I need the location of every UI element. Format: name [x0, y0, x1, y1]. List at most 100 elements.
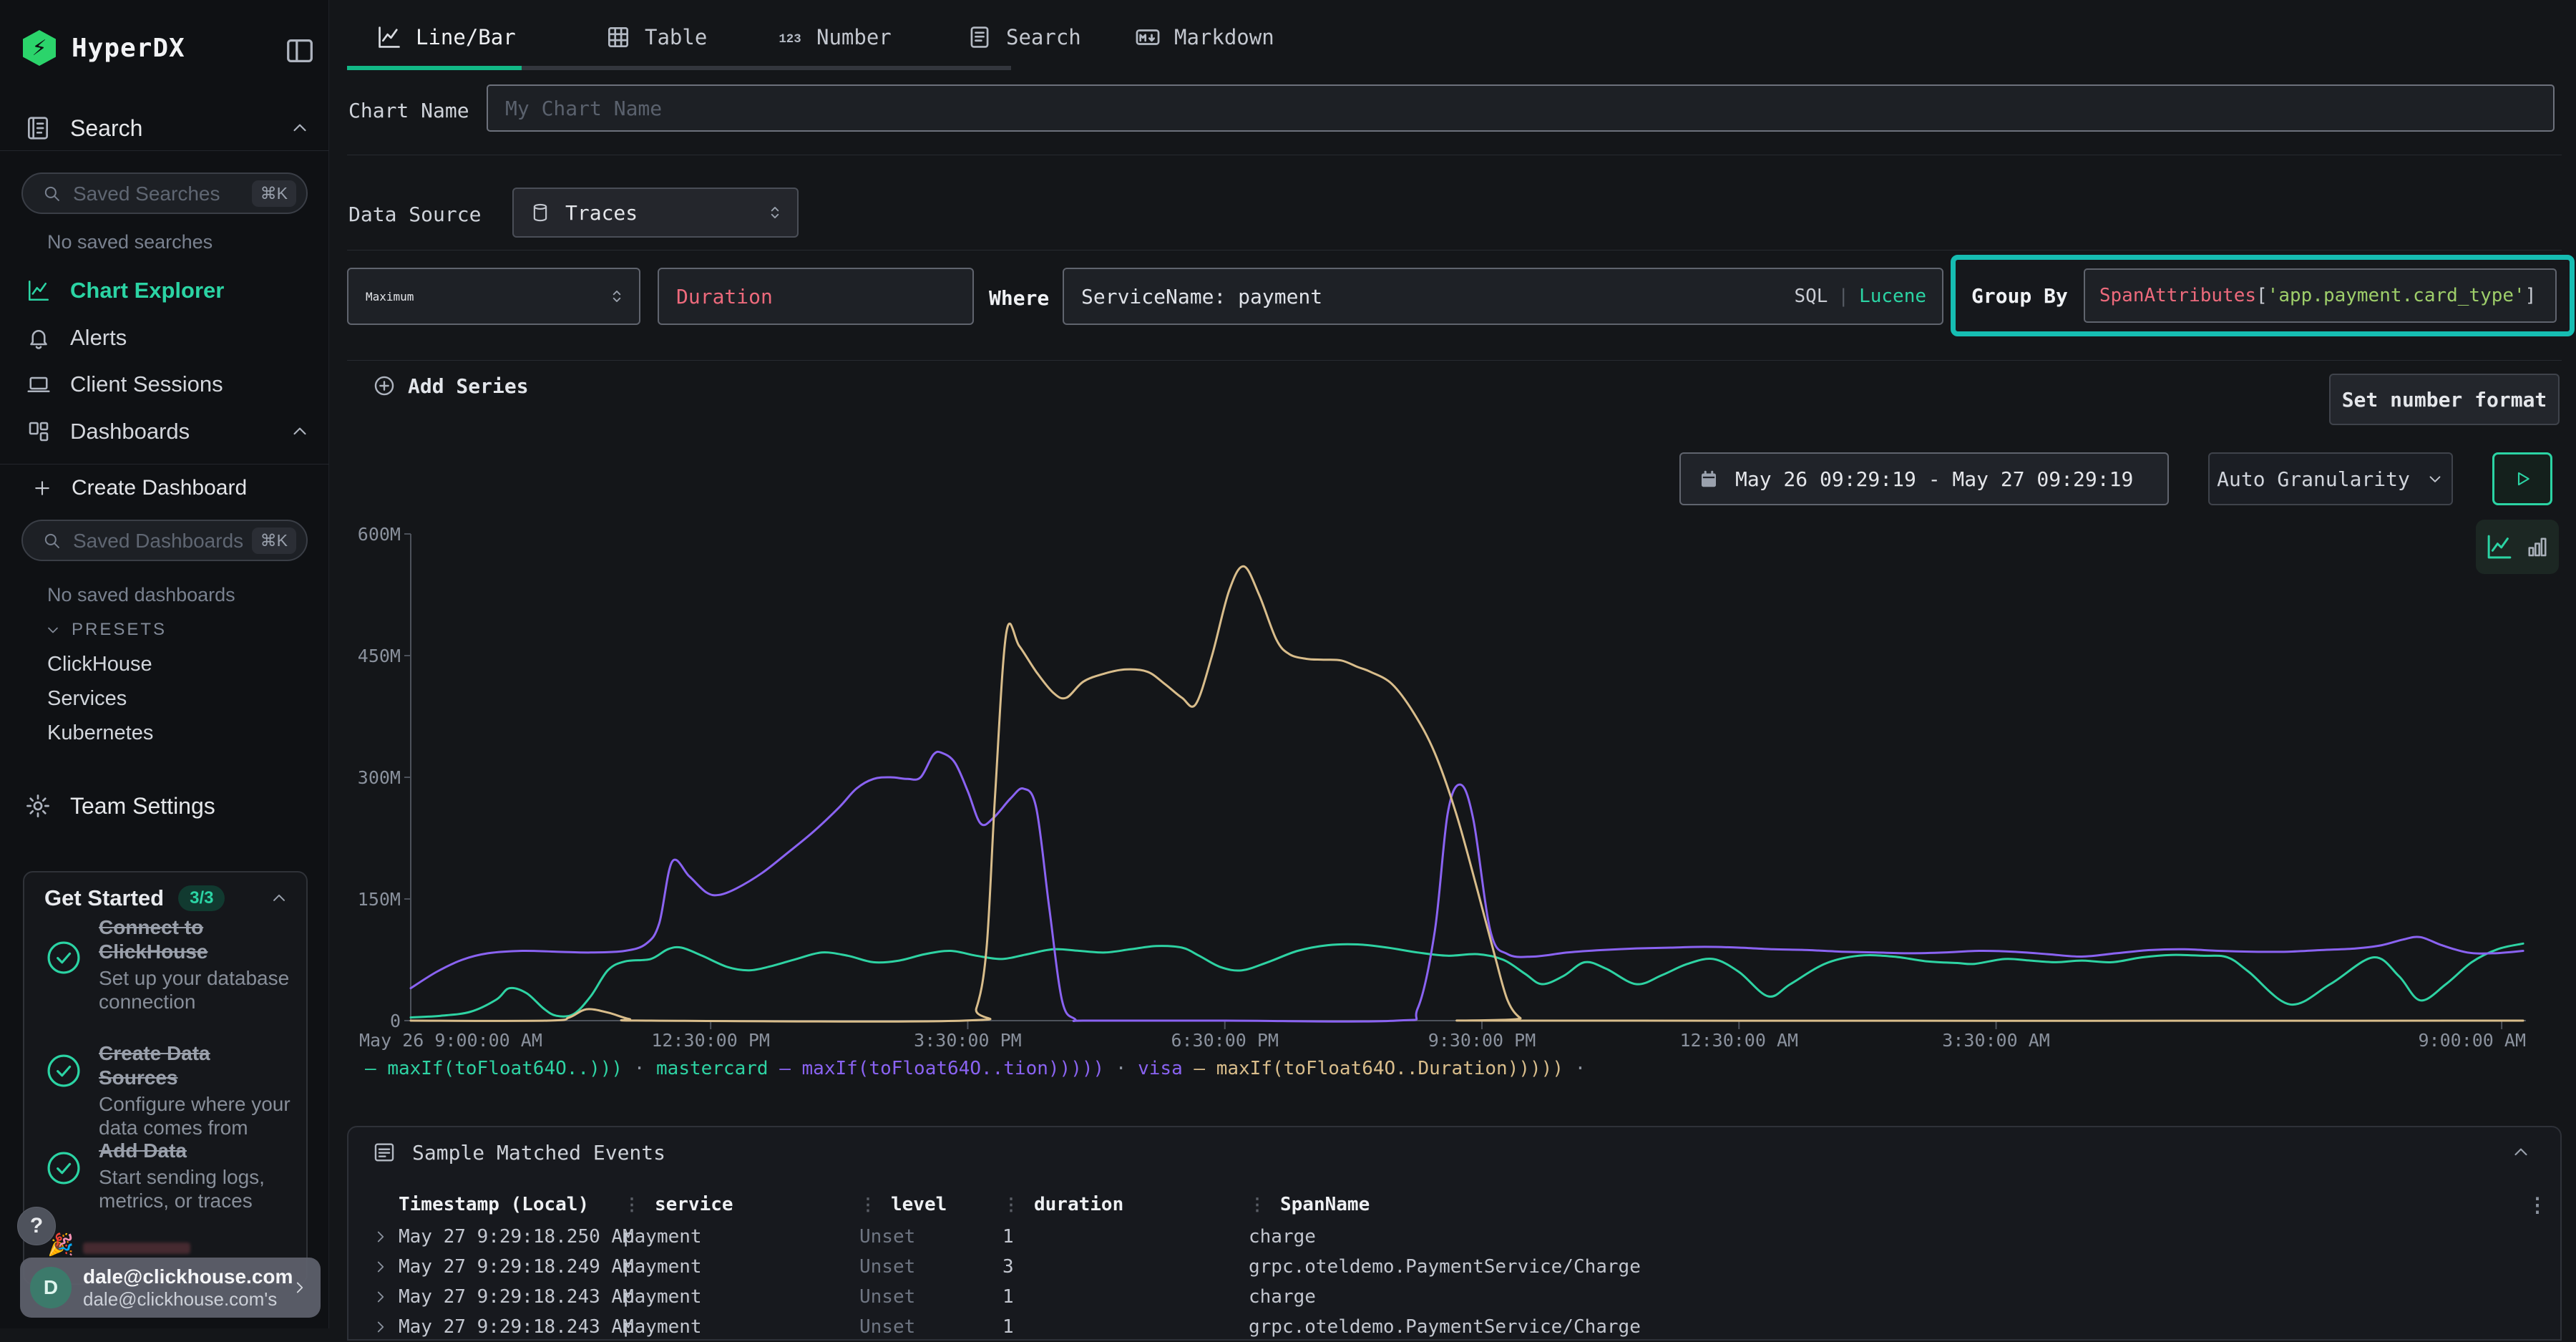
- legend-series-name[interactable]: maxIf(toFloat64O..tion))))): [802, 1058, 1105, 1079]
- column-header-duration[interactable]: ⋮duration: [1002, 1194, 1249, 1215]
- saved-dashboards-input[interactable]: [73, 529, 252, 553]
- tab-line-bar[interactable]: Line/Bar: [376, 17, 516, 57]
- add-series-button[interactable]: Add Series: [372, 374, 529, 398]
- chart-line-icon: [376, 24, 403, 51]
- group-by-fn: SpanAttributes: [2099, 285, 2256, 306]
- get-started-badge: 3/3: [178, 885, 225, 911]
- chevron-up-icon[interactable]: [289, 117, 311, 139]
- preset-clickhouse[interactable]: ClickHouse: [47, 653, 152, 676]
- sidebar-item-team-settings[interactable]: Team Settings: [0, 787, 329, 825]
- lucene-mode-button[interactable]: Lucene: [1859, 286, 1926, 307]
- tab-search[interactable]: Search: [966, 17, 1081, 57]
- expand-row-icon[interactable]: [371, 1288, 390, 1306]
- where-input[interactable]: ServiceName: payment SQL | Lucene: [1063, 268, 1943, 325]
- saved-dashboards-search[interactable]: ⌘K: [21, 520, 308, 561]
- expand-row-icon[interactable]: [371, 1258, 390, 1276]
- column-header-label: Timestamp (Local): [399, 1194, 589, 1215]
- drag-handle-icon[interactable]: ⋮: [623, 1195, 639, 1215]
- legend-dash: —: [1194, 1058, 1216, 1079]
- sidebar-item-chart-explorer[interactable]: Chart Explorer: [0, 272, 329, 309]
- drag-handle-icon[interactable]: ⋮: [859, 1195, 875, 1215]
- chart-name-input[interactable]: [488, 97, 2553, 120]
- search-section-label: Search: [70, 115, 142, 142]
- collapse-sidebar-icon[interactable]: [283, 34, 316, 67]
- tab-label: Markdown: [1174, 25, 1274, 49]
- markdown-icon: [1134, 24, 1161, 51]
- column-header-service[interactable]: ⋮service: [623, 1194, 859, 1215]
- get-started-item-desc: Start sending logs, metrics, or traces: [99, 1165, 292, 1212]
- user-email: dale@clickhouse.com: [83, 1265, 291, 1288]
- table-row[interactable]: May 27 9:29:18.250 AMpaymentUnset1charge: [348, 1222, 2560, 1252]
- preset-kubernetes[interactable]: Kubernetes: [47, 721, 153, 745]
- sidebar-item-client-sessions[interactable]: Client Sessions: [0, 366, 329, 403]
- tab-number[interactable]: 123Number: [776, 17, 892, 57]
- legend-series-name[interactable]: maxIf(toFloat64O..))): [387, 1058, 623, 1079]
- preset-services[interactable]: Services: [47, 687, 127, 711]
- svg-text:12:30:00 PM: 12:30:00 PM: [651, 1030, 770, 1051]
- cell-duration: 1: [1002, 1286, 1249, 1308]
- play-icon: [2512, 468, 2533, 490]
- expand-row-icon[interactable]: [371, 1318, 390, 1336]
- table-row[interactable]: May 27 9:29:18.243 AMpaymentUnset1charge: [348, 1282, 2560, 1312]
- table-row[interactable]: May 27 9:29:18.249 AMpaymentUnset3grpc.o…: [348, 1252, 2560, 1282]
- drag-handle-icon[interactable]: ⋮: [1002, 1195, 1018, 1215]
- presets-label: PRESETS: [72, 620, 167, 640]
- svg-text:6:30:00 PM: 6:30:00 PM: [1171, 1030, 1279, 1051]
- tab-markdown[interactable]: Markdown: [1134, 17, 1274, 57]
- column-header-spanname[interactable]: ⋮SpanName: [1249, 1194, 2514, 1215]
- table-row[interactable]: May 27 9:29:18.243 AMpaymentUnset1grpc.o…: [348, 1312, 2560, 1342]
- granularity-select[interactable]: Auto Granularity: [2208, 452, 2453, 505]
- bar-chart-icon[interactable]: [2524, 534, 2550, 560]
- no-saved-dashboards-text: No saved dashboards: [47, 584, 235, 606]
- cell-service: payment: [623, 1226, 859, 1248]
- saved-searches-search[interactable]: ⌘K: [21, 172, 308, 214]
- line-chart-icon[interactable]: [2484, 532, 2514, 562]
- user-subtitle: dale@clickhouse.com's: [83, 1288, 291, 1311]
- expand-row-icon[interactable]: [371, 1227, 390, 1246]
- get-started-title: Get Started: [44, 885, 164, 911]
- svg-text:May 26 9:00:00 AM: May 26 9:00:00 AM: [359, 1030, 542, 1051]
- group-by-input[interactable]: SpanAttributes['app.payment.card_type']: [2084, 268, 2557, 323]
- sidebar-item-dashboards[interactable]: Dashboards: [0, 413, 329, 450]
- chart-name-field[interactable]: [487, 84, 2555, 132]
- search-section-icon: [24, 115, 52, 142]
- list-icon: [372, 1140, 396, 1164]
- data-source-select[interactable]: Traces: [512, 188, 799, 238]
- user-menu[interactable]: D dale@clickhouse.com dale@clickhouse.co…: [20, 1258, 321, 1318]
- legend-group-label[interactable]: mastercard: [656, 1058, 779, 1079]
- drag-handle-icon[interactable]: ⋮: [1249, 1195, 1264, 1215]
- timeseries-chart[interactable]: 0150M300M450M600MMay 26 9:00:00 AM12:30:…: [358, 522, 2547, 1052]
- date-range-picker[interactable]: May 26 09:29:19 - May 27 09:29:19: [1679, 452, 2169, 505]
- set-number-format-button[interactable]: Set number format: [2329, 374, 2560, 425]
- granularity-value: Auto Granularity: [2217, 467, 2410, 491]
- chevron-up-icon[interactable]: [269, 888, 289, 908]
- help-button[interactable]: ?: [17, 1207, 56, 1245]
- aggregation-select[interactable]: Maximum: [347, 268, 640, 325]
- tab-table[interactable]: Table: [605, 17, 707, 57]
- sidebar-item-alerts[interactable]: Alerts: [0, 319, 329, 356]
- column-header-timestamp-local-[interactable]: Timestamp (Local): [399, 1194, 623, 1215]
- table-menu-icon[interactable]: ⋮: [2514, 1193, 2560, 1217]
- legend-series-name[interactable]: maxIf(toFloat64O..Duration))))): [1216, 1058, 1563, 1079]
- svg-text:9:30:00 PM: 9:30:00 PM: [1428, 1030, 1536, 1051]
- get-started-item-title: Add Data: [99, 1139, 292, 1163]
- run-query-button[interactable]: [2492, 452, 2552, 505]
- field-input[interactable]: Duration: [658, 268, 974, 325]
- sql-mode-button[interactable]: SQL: [1794, 286, 1828, 307]
- legend-group-label[interactable]: visa: [1138, 1058, 1194, 1079]
- cell-level: Unset: [859, 1316, 1002, 1338]
- divider: [0, 150, 329, 151]
- chevron-up-icon[interactable]: [2510, 1142, 2532, 1163]
- presets-toggle[interactable]: PRESETS: [44, 620, 167, 640]
- column-header-level[interactable]: ⋮level: [859, 1194, 1002, 1215]
- num123-icon: 123: [776, 24, 804, 51]
- svg-text:3:30:00 AM: 3:30:00 AM: [1942, 1030, 2050, 1051]
- get-started-item-text: Add DataStart sending logs, metrics, or …: [99, 1139, 292, 1212]
- sidebar-section-search[interactable]: Search: [0, 110, 329, 147]
- chevron-up-icon[interactable]: [289, 421, 311, 442]
- saved-searches-input[interactable]: [73, 182, 252, 205]
- chart-line-icon: [26, 278, 52, 303]
- obscured-text: [83, 1243, 190, 1254]
- create-dashboard-button[interactable]: Create Dashboard: [0, 471, 329, 505]
- divider: [0, 464, 329, 465]
